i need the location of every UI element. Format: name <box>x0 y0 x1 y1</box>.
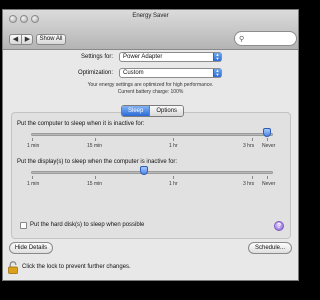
lock-message: Click the lock to prevent further change… <box>22 264 131 270</box>
settings-for-value: Power Adapter <box>123 54 163 60</box>
forward-arrow-icon: ▶ <box>24 36 31 43</box>
hard-disk-sleep-checkbox[interactable] <box>20 222 27 229</box>
search-icon: ⚲ <box>239 36 245 43</box>
sleep-settings-panel <box>11 112 291 239</box>
search-input[interactable] <box>247 33 293 44</box>
slider-tick <box>32 176 33 179</box>
title-bar: Energy Saver ◀ ▶ Show All ⚲ <box>3 10 298 50</box>
display-sleep-slider-track[interactable] <box>31 171 273 174</box>
tab-bar: Sleep Options <box>121 105 185 117</box>
slider-tick <box>267 176 268 179</box>
tick-label: 1 min <box>27 143 40 149</box>
hard-disk-sleep-label: Put the hard disk(s) to sleep when possi… <box>30 222 145 228</box>
tick-label: Never <box>262 181 276 187</box>
tick-label: 3 hrs <box>243 143 255 149</box>
tick-label: Never <box>262 143 276 149</box>
back-forward-buttons: ◀ ▶ <box>9 34 33 45</box>
popup-arrows-icon: ▲ ▼ <box>213 53 221 61</box>
schedule-button[interactable]: Schedule... <box>248 242 292 254</box>
slider-tick <box>267 138 268 141</box>
display-sleep-slider-knob[interactable] <box>140 166 148 175</box>
optimization-status-text: Your energy settings are optimized for h… <box>87 82 214 88</box>
computer-sleep-label: Put the computer to sleep when it is ina… <box>17 121 145 127</box>
optimization-value: Custom <box>123 70 144 76</box>
show-all-button[interactable]: Show All <box>36 34 66 45</box>
display-sleep-label: Put the display(s) to sleep when the com… <box>17 159 178 165</box>
settings-for-popup[interactable]: Power Adapter ▲ ▼ <box>119 52 222 62</box>
back-button[interactable]: ◀ <box>10 35 21 44</box>
tick-label: 15 min <box>87 181 103 187</box>
battery-charge-text: Current battery charge: 100% <box>117 89 184 95</box>
forward-button[interactable]: ▶ <box>22 35 33 44</box>
tab-options[interactable]: Options <box>149 106 184 116</box>
slider-tick <box>95 138 96 141</box>
slider-tick <box>252 176 253 179</box>
computer-sleep-slider-track[interactable] <box>31 133 273 136</box>
optimization-popup[interactable]: Custom ▲ ▼ <box>119 68 222 78</box>
window-title: Energy Saver <box>132 13 169 19</box>
search-field[interactable]: ⚲ <box>234 31 297 46</box>
tick-label: 3 hrs <box>243 181 255 187</box>
tick-label: 1 hr <box>169 181 178 187</box>
help-button[interactable]: ? <box>274 221 284 231</box>
slider-tick <box>252 138 253 141</box>
slider-tick <box>32 138 33 141</box>
hide-details-button[interactable]: Hide Details <box>9 242 53 254</box>
computer-sleep-slider-knob[interactable] <box>263 128 271 137</box>
tick-label: 1 hr <box>169 143 178 149</box>
optimization-label: Optimization: <box>78 70 114 76</box>
slider-tick <box>95 176 96 179</box>
settings-for-label: Settings for: <box>81 54 114 60</box>
back-arrow-icon: ◀ <box>12 36 19 43</box>
energy-saver-window: Energy Saver ◀ ▶ Show All ⚲ Settings for… <box>2 9 299 281</box>
tab-sleep[interactable]: Sleep <box>122 106 150 116</box>
slider-tick <box>173 176 174 179</box>
tick-label: 15 min <box>87 143 103 149</box>
lock-icon[interactable] <box>8 261 18 274</box>
tick-label: 1 min <box>27 181 40 187</box>
slider-tick <box>173 138 174 141</box>
popup-arrows-icon: ▲ ▼ <box>213 69 221 77</box>
